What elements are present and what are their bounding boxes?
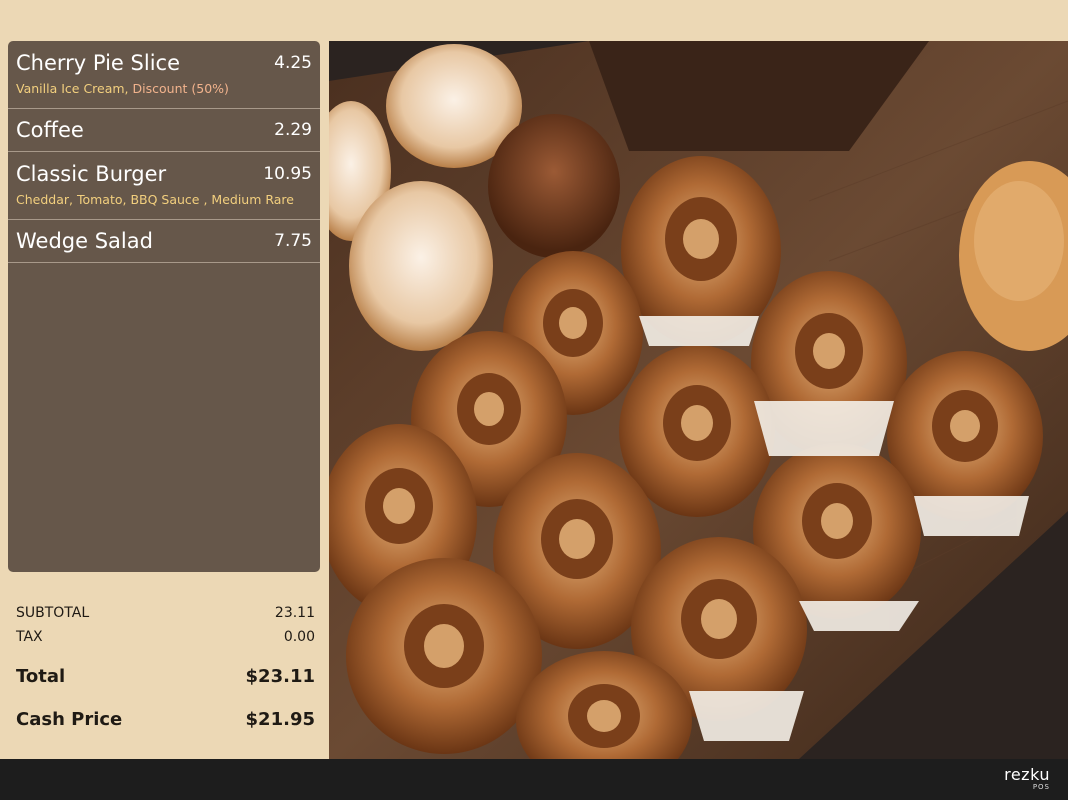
cash-price-label: Cash Price bbox=[16, 709, 123, 730]
item-modifiers: Vanilla Ice Cream, Discount (50%) bbox=[16, 81, 312, 96]
modifier-text: Vanilla Ice Cream, bbox=[16, 81, 133, 96]
item-name: Wedge Salad bbox=[16, 229, 153, 253]
order-item-wedge-salad[interactable]: Wedge Salad 7.75 bbox=[8, 220, 320, 263]
subtotal-label: SUBTOTAL bbox=[16, 605, 90, 621]
discount-text: Discount (50%) bbox=[132, 81, 229, 96]
order-item-cherry-pie-slice[interactable]: Cherry Pie Slice 4.25 Vanilla Ice Cream,… bbox=[8, 41, 320, 109]
order-item-coffee[interactable]: Coffee 2.29 bbox=[8, 109, 320, 152]
total-value: $23.11 bbox=[245, 666, 315, 687]
cash-price-value: $21.95 bbox=[245, 709, 315, 730]
subtotal-row: SUBTOTAL 23.11 bbox=[16, 605, 315, 621]
item-price: 2.29 bbox=[274, 120, 312, 140]
item-name: Coffee bbox=[16, 118, 84, 142]
top-bar bbox=[0, 0, 1068, 41]
order-list: Cherry Pie Slice 4.25 Vanilla Ice Cream,… bbox=[8, 41, 320, 572]
total-row: Total $23.11 bbox=[16, 666, 315, 687]
subtotal-value: 23.11 bbox=[274, 605, 315, 621]
brand-name: rezku bbox=[1004, 765, 1050, 784]
item-price: 4.25 bbox=[274, 53, 312, 73]
footer-bar: rezku POS bbox=[0, 759, 1068, 800]
item-name: Cherry Pie Slice bbox=[16, 51, 180, 75]
item-name: Classic Burger bbox=[16, 162, 167, 186]
cash-price-row: Cash Price $21.95 bbox=[16, 709, 315, 730]
brand-logo: rezku POS bbox=[1004, 766, 1050, 791]
item-price: 7.75 bbox=[274, 231, 312, 251]
total-label: Total bbox=[16, 666, 66, 687]
pastry-photo bbox=[329, 41, 1068, 759]
tax-row: TAX 0.00 bbox=[16, 629, 315, 645]
tax-value: 0.00 bbox=[283, 629, 315, 645]
order-item-classic-burger[interactable]: Classic Burger 10.95 Cheddar, Tomato, BB… bbox=[8, 152, 320, 220]
item-modifiers: Cheddar, Tomato, BBQ Sauce , Medium Rare bbox=[16, 192, 294, 207]
brand-sub: POS bbox=[1032, 783, 1050, 791]
tax-label: TAX bbox=[16, 629, 43, 645]
item-price: 10.95 bbox=[263, 164, 312, 184]
